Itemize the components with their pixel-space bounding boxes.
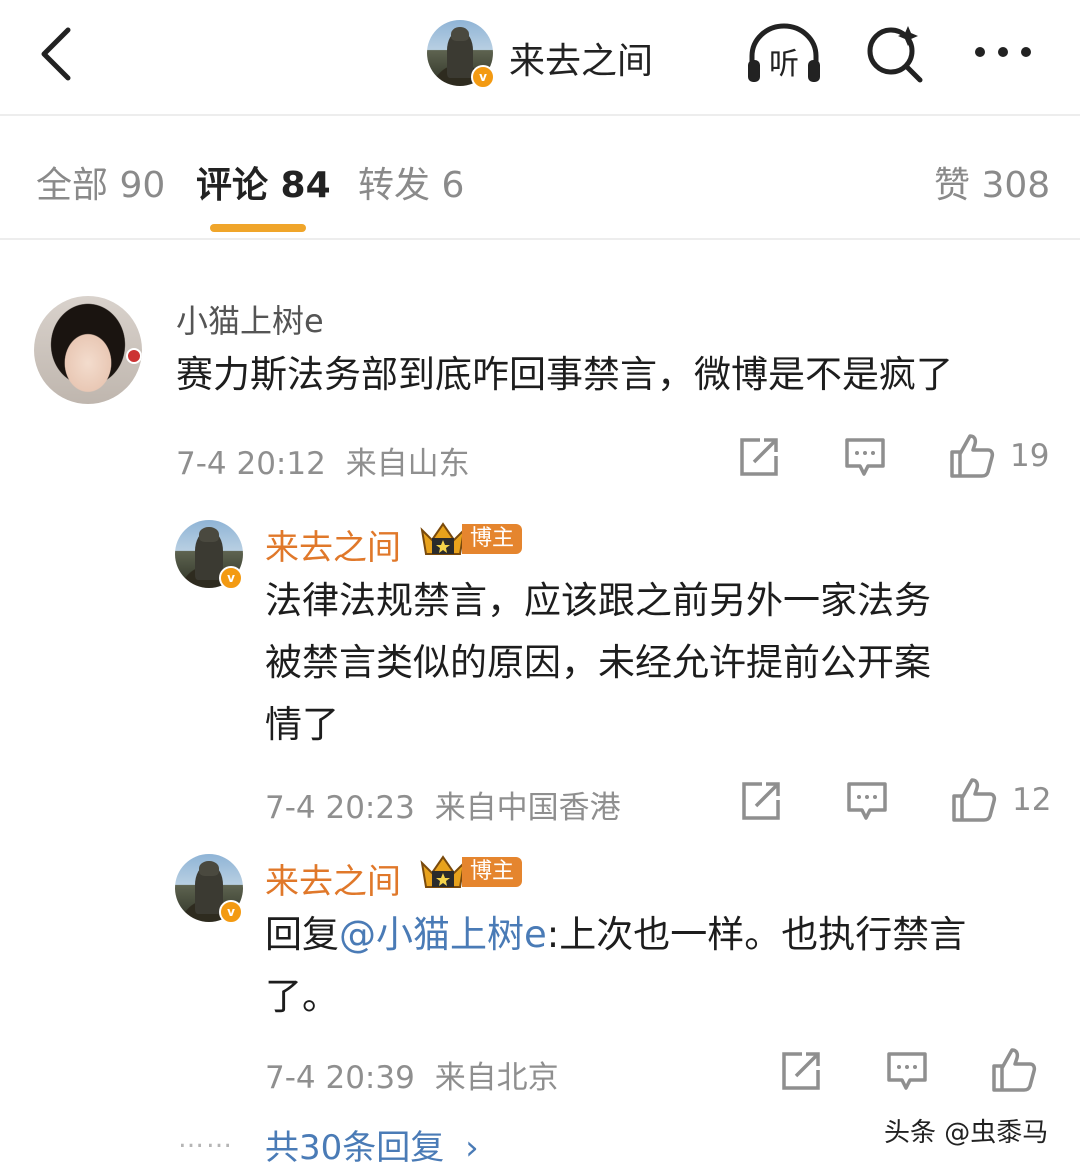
reply-text-line: 被禁言类似的原因，未经允许提前公开案 xyxy=(265,641,931,684)
watermark: 头条 @虫黍马 xyxy=(884,1118,1049,1148)
comment-icon[interactable] xyxy=(846,780,888,822)
comment-icon[interactable] xyxy=(844,436,886,478)
reply-text: 法律法规禁言，应该跟之前另外一家法务 被禁言类似的原因，未经允许提前公开案 情了 xyxy=(265,570,931,756)
reply-location: 来自北京 xyxy=(434,1060,559,1096)
comment-location: 来自山东 xyxy=(345,446,470,482)
tab-all[interactable]: 全部 90 xyxy=(36,156,165,208)
back-chevron-left-icon[interactable] xyxy=(36,26,76,82)
tabs-divider xyxy=(0,238,1080,240)
reply-text-line: 法律法规禁言，应该跟之前另外一家法务 xyxy=(265,579,931,622)
crown-icon xyxy=(420,855,466,888)
more-replies-label: 共30条回复 xyxy=(265,1128,445,1168)
comment-icon[interactable] xyxy=(886,1050,928,1092)
share-icon[interactable] xyxy=(740,780,782,822)
listen-label: 听 xyxy=(769,47,799,82)
commenter-avatar[interactable] xyxy=(34,296,142,404)
tab-reposts[interactable]: 转发 6 xyxy=(358,156,464,208)
more-replies-dots: …… xyxy=(178,1124,234,1154)
active-tab-indicator xyxy=(210,224,306,232)
reply-username[interactable]: 来去之间 xyxy=(265,520,401,569)
reply-text-line: 了。 xyxy=(265,975,339,1018)
mention-link[interactable]: @小猫上树e xyxy=(339,913,547,956)
blogger-badge-label: 博主 xyxy=(462,524,522,554)
blogger-badge: 博主 xyxy=(418,853,522,889)
share-icon[interactable] xyxy=(738,436,780,478)
thumbs-up-icon[interactable] xyxy=(950,776,998,824)
reply-location: 来自中国香港 xyxy=(434,790,621,826)
more-dots-icon[interactable] xyxy=(972,44,1034,60)
reply-time: 7-4 20:23 xyxy=(265,790,415,826)
header-title: 来去之间 xyxy=(509,41,654,82)
comment-meta: 7-4 20:12 来自山东 xyxy=(176,438,470,483)
top-bar: v 来去之间 听 xyxy=(0,0,1080,116)
reply-text: 回复@小猫上树e:上次也一样。也执行禁言 了。 xyxy=(265,904,966,1028)
reply-meta: 7-4 20:39 来自北京 xyxy=(265,1052,559,1097)
comment-time: 7-4 20:12 xyxy=(176,446,326,482)
tab-likes[interactable]: 赞 308 xyxy=(934,156,1050,208)
blogger-badge: 博主 xyxy=(418,520,522,556)
crown-icon xyxy=(420,522,466,555)
thumbs-up-icon[interactable] xyxy=(948,432,996,480)
verified-badge-icon: v xyxy=(471,65,495,89)
thumbs-up-icon[interactable] xyxy=(990,1046,1038,1094)
verified-badge-icon: v xyxy=(219,566,243,590)
tab-comments[interactable]: 评论 84 xyxy=(196,156,331,208)
headphones-icon[interactable]: 听 xyxy=(744,22,824,88)
blogger-badge-label: 博主 xyxy=(462,857,522,887)
share-icon[interactable] xyxy=(780,1050,822,1092)
reply-text-rest: :上次也一样。也执行禁言 xyxy=(546,913,967,956)
search-icon[interactable] xyxy=(864,22,926,84)
reply-prefix: 回复 xyxy=(265,913,339,956)
verified-badge-icon: v xyxy=(219,900,243,924)
like-count: 19 xyxy=(1010,438,1050,474)
comment-text: 赛力斯法务部到底咋回事禁言，微博是不是疯了 xyxy=(176,353,953,396)
reply-time: 7-4 20:39 xyxy=(265,1060,415,1096)
more-replies-link[interactable]: 共30条回复 › xyxy=(265,1120,479,1169)
like-count: 12 xyxy=(1012,782,1052,818)
chevron-right-icon: › xyxy=(465,1128,479,1168)
reply-text-line: 情了 xyxy=(265,703,339,746)
reply-meta: 7-4 20:23 来自中国香港 xyxy=(265,782,621,827)
reply-username[interactable]: 来去之间 xyxy=(265,854,401,903)
comment-username[interactable]: 小猫上树e xyxy=(176,296,324,342)
